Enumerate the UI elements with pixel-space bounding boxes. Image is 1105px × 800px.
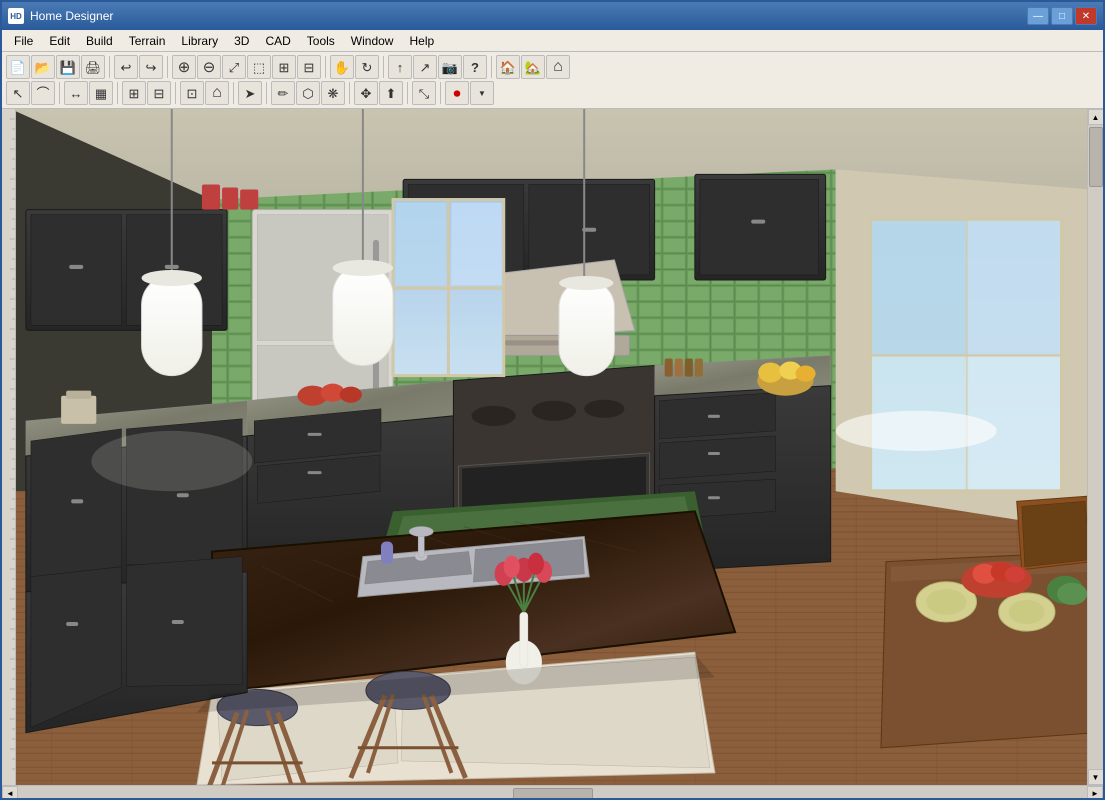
plan-tool[interactable]: ⊡ bbox=[180, 81, 204, 105]
transform-tool[interactable]: ⤡ bbox=[412, 81, 436, 105]
save2-tool[interactable]: ⊟ bbox=[147, 81, 171, 105]
menu-build[interactable]: Build bbox=[78, 32, 121, 50]
undo-button[interactable]: ↩ bbox=[114, 55, 138, 79]
sep8 bbox=[175, 82, 176, 104]
redo-button[interactable]: ↪ bbox=[139, 55, 163, 79]
toolbar-1: 📄 📂 💾 🖨 ↩ ↪ ⊕ ⊖ ⤢ ⬚ ⊞ ⊟ ✋ ↻ ↑ ↗ 📷 ? 🏠 🏡 bbox=[6, 54, 1099, 80]
minimize-button[interactable]: — bbox=[1027, 7, 1049, 25]
zoom-in-button[interactable]: ⊕ bbox=[172, 55, 196, 79]
menu-library[interactable]: Library bbox=[173, 32, 226, 50]
scroll-down-button[interactable]: ▼ bbox=[1088, 769, 1104, 785]
toolbar-area: 📄 📂 💾 🖨 ↩ ↪ ⊕ ⊖ ⤢ ⬚ ⊞ ⊟ ✋ ↻ ↑ ↗ 📷 ? 🏠 🏡 bbox=[2, 52, 1103, 109]
canvas-area[interactable] bbox=[16, 109, 1087, 785]
arrow-right-button[interactable]: ↗ bbox=[413, 55, 437, 79]
up-tool[interactable]: ⬆ bbox=[379, 81, 403, 105]
scroll-left-button[interactable]: ◄ bbox=[2, 786, 18, 800]
menu-terrain[interactable]: Terrain bbox=[121, 32, 174, 50]
paint-tool[interactable]: ✏ bbox=[271, 81, 295, 105]
app-window: HD Home Designer — □ ✕ File Edit Build T… bbox=[0, 0, 1105, 800]
zoom-box2-button[interactable]: ⊟ bbox=[297, 55, 321, 79]
sep10 bbox=[266, 82, 267, 104]
arrow-up-button[interactable]: ↑ bbox=[388, 55, 412, 79]
scroll-right-button[interactable]: ► bbox=[1087, 786, 1103, 800]
sep9 bbox=[233, 82, 234, 104]
move-tool[interactable]: ✥ bbox=[354, 81, 378, 105]
zoom-select-button[interactable]: ⬚ bbox=[247, 55, 271, 79]
left-ruler bbox=[2, 109, 16, 785]
menu-edit[interactable]: Edit bbox=[41, 32, 78, 50]
symbol-tool[interactable]: ❋ bbox=[321, 81, 345, 105]
record-dropdown[interactable]: ▼ bbox=[470, 81, 494, 105]
menu-3d[interactable]: 3D bbox=[226, 32, 257, 50]
save-button[interactable]: 💾 bbox=[56, 55, 80, 79]
new-button[interactable]: 📄 bbox=[6, 55, 30, 79]
house2-button[interactable]: 🏡 bbox=[521, 55, 545, 79]
zoom-box-button[interactable]: ⊞ bbox=[272, 55, 296, 79]
record-tool[interactable]: ⏺ bbox=[445, 81, 469, 105]
horizontal-scroll-track[interactable] bbox=[18, 786, 1087, 800]
scroll-up-button[interactable]: ▲ bbox=[1088, 109, 1104, 125]
sep5 bbox=[491, 56, 492, 78]
sep3 bbox=[325, 56, 326, 78]
app-icon: HD bbox=[8, 8, 24, 24]
camera-button[interactable]: 📷 bbox=[438, 55, 462, 79]
horizontal-scrollbar: ◄ ► bbox=[2, 785, 1103, 800]
maximize-button[interactable]: □ bbox=[1051, 7, 1073, 25]
title-bar: HD Home Designer — □ ✕ bbox=[2, 2, 1103, 30]
orbit-button[interactable]: ↻ bbox=[355, 55, 379, 79]
menu-window[interactable]: Window bbox=[343, 32, 402, 50]
menu-cad[interactable]: CAD bbox=[257, 32, 298, 50]
vertical-scroll-track[interactable] bbox=[1088, 125, 1103, 769]
sep1 bbox=[109, 56, 110, 78]
zoom-fit-button[interactable]: ⤢ bbox=[222, 55, 246, 79]
select-tool[interactable]: ↖ bbox=[6, 81, 30, 105]
sep7 bbox=[117, 82, 118, 104]
dimension-tool[interactable]: ↔ bbox=[64, 81, 88, 105]
cabinet-tool[interactable]: ▦ bbox=[89, 81, 113, 105]
house1-button[interactable]: 🏠 bbox=[496, 55, 520, 79]
send-tool[interactable]: ➤ bbox=[238, 81, 262, 105]
open-button[interactable]: 📂 bbox=[31, 55, 55, 79]
zoom-out-button[interactable]: ⊖ bbox=[197, 55, 221, 79]
menu-file[interactable]: File bbox=[6, 32, 41, 50]
sep13 bbox=[440, 82, 441, 104]
sep11 bbox=[349, 82, 350, 104]
material-tool[interactable]: ⬡ bbox=[296, 81, 320, 105]
print-button[interactable]: 🖨 bbox=[81, 55, 105, 79]
sep6 bbox=[59, 82, 60, 104]
pan-button[interactable]: ✋ bbox=[330, 55, 354, 79]
sep4 bbox=[383, 56, 384, 78]
window-controls: — □ ✕ bbox=[1027, 7, 1097, 25]
menu-bar: File Edit Build Terrain Library 3D CAD T… bbox=[2, 30, 1103, 52]
close-button[interactable]: ✕ bbox=[1075, 7, 1097, 25]
house3-button[interactable]: ⌂ bbox=[546, 55, 570, 79]
main-content: ▲ ▼ bbox=[2, 109, 1103, 785]
horizontal-scroll-thumb[interactable] bbox=[513, 788, 593, 800]
arc-tool[interactable]: ⌒ bbox=[31, 81, 55, 105]
vertical-scroll-thumb[interactable] bbox=[1089, 127, 1103, 187]
library-tool[interactable]: ⊞ bbox=[122, 81, 146, 105]
window-title: Home Designer bbox=[30, 9, 1027, 23]
sep12 bbox=[407, 82, 408, 104]
toolbar-2: ↖ ⌒ ↔ ▦ ⊞ ⊟ ⊡ ⌂ ➤ ✏ ⬡ ❋ ✥ ⬆ ⤡ ⏺ bbox=[6, 80, 1099, 106]
menu-tools[interactable]: Tools bbox=[299, 32, 343, 50]
home2-tool[interactable]: ⌂ bbox=[205, 81, 229, 105]
menu-help[interactable]: Help bbox=[401, 32, 442, 50]
right-scrollbar: ▲ ▼ bbox=[1087, 109, 1103, 785]
help-button-tb[interactable]: ? bbox=[463, 55, 487, 79]
sep2 bbox=[167, 56, 168, 78]
kitchen-scene bbox=[16, 109, 1087, 785]
